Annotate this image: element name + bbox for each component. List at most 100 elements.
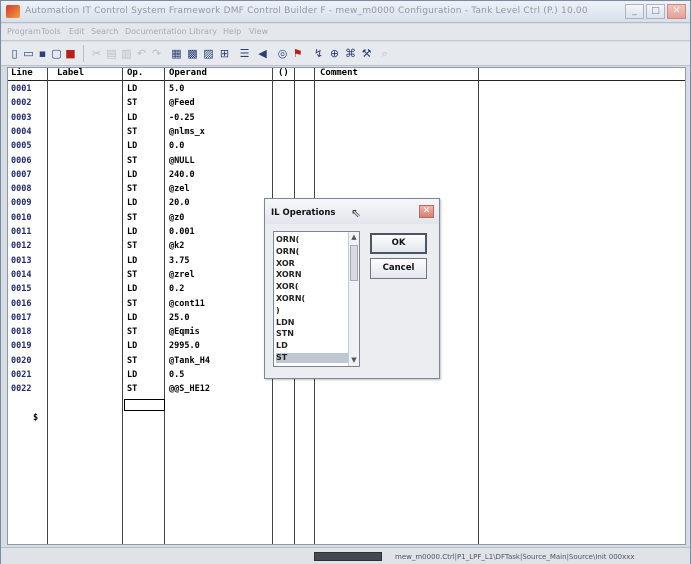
operand-cell[interactable]: 240.0: [169, 169, 195, 181]
line-number[interactable]: 0006: [11, 155, 31, 167]
operand-cell[interactable]: 0.5: [169, 369, 184, 381]
ok-button[interactable]: OK: [370, 233, 427, 254]
open-file-icon[interactable]: ▭: [21, 46, 36, 61]
line-number[interactable]: 0005: [11, 140, 31, 152]
tool-icon[interactable]: ⚒: [359, 46, 374, 61]
undo-icon[interactable]: ↶: [134, 46, 149, 61]
operand-cell[interactable]: @@S_HE12: [169, 383, 210, 395]
op-cell[interactable]: ST: [127, 240, 137, 252]
op-cell[interactable]: ST: [127, 126, 137, 138]
menu-library[interactable]: Library: [189, 27, 217, 36]
operand-cell[interactable]: 3.75: [169, 255, 189, 267]
op-cell[interactable]: LD: [127, 255, 137, 267]
maximize-icon[interactable]: □: [646, 4, 665, 19]
operand-cell[interactable]: @z0: [169, 212, 184, 224]
op-cell[interactable]: LD: [127, 112, 137, 124]
grid-icon[interactable]: ⊞: [217, 46, 232, 61]
operand-cell[interactable]: -0.25: [169, 112, 195, 124]
line-number[interactable]: 0008: [11, 183, 31, 195]
dialog-close-icon[interactable]: ✕: [419, 205, 434, 218]
insert-icon[interactable]: ⊕: [327, 46, 342, 61]
operation-option[interactable]: ORN(: [276, 247, 350, 257]
line-number[interactable]: 0017: [11, 312, 31, 324]
operation-option[interactable]: ORN(: [276, 235, 350, 245]
op-cell[interactable]: LD: [127, 169, 137, 181]
back-arrow-icon[interactable]: ◀: [255, 46, 270, 61]
globe-icon[interactable]: ◎: [275, 46, 290, 61]
scroll-down-icon[interactable]: ▼: [349, 355, 359, 366]
scroll-up-icon[interactable]: ▲: [349, 232, 359, 243]
program-view-icon[interactable]: ▦: [169, 46, 184, 61]
op-cell[interactable]: LD: [127, 226, 137, 238]
line-number[interactable]: 0004: [11, 126, 31, 138]
operand-cell[interactable]: 2995.0: [169, 340, 200, 352]
op-cell[interactable]: ST: [127, 183, 137, 195]
minimize-icon[interactable]: _: [625, 4, 644, 19]
operation-option[interactable]: XORN(: [276, 294, 350, 304]
operation-option[interactable]: XORN: [276, 270, 350, 280]
operations-listbox[interactable]: ORN(ORN(XOR XORN XOR(XORN() LDN STN LD ST ▲ ▼: [273, 231, 360, 367]
operand-cell[interactable]: @nlms_x: [169, 126, 205, 138]
operand-cell[interactable]: @Tank_H4: [169, 355, 210, 367]
network-icon[interactable]: ⌘: [343, 46, 358, 61]
line-number[interactable]: 0009: [11, 197, 31, 209]
op-cell[interactable]: LD: [127, 340, 137, 352]
op-cell[interactable]: LD: [127, 312, 137, 324]
operation-option[interactable]: STN: [276, 329, 350, 339]
flag-icon[interactable]: ⚑: [290, 46, 305, 61]
line-number[interactable]: 0003: [11, 112, 31, 124]
menu-help[interactable]: Help: [223, 27, 241, 36]
line-number[interactable]: 0014: [11, 269, 31, 281]
op-cell[interactable]: LD: [127, 197, 137, 209]
operand-cell[interactable]: @zrel: [169, 269, 195, 281]
op-cell[interactable]: ST: [127, 298, 137, 310]
operand-cell[interactable]: @k2: [169, 240, 184, 252]
operand-cell[interactable]: 0.0: [169, 140, 184, 152]
op-cell[interactable]: ST: [127, 269, 137, 281]
menu-tools[interactable]: Tools: [41, 27, 61, 36]
paste-icon[interactable]: ▥: [119, 46, 134, 61]
line-number[interactable]: 0013: [11, 255, 31, 267]
line-number[interactable]: 0016: [11, 298, 31, 310]
operation-option[interactable]: LD: [276, 341, 350, 351]
line-number[interactable]: 0019: [11, 340, 31, 352]
op-cell[interactable]: ST: [127, 97, 137, 109]
line-number[interactable]: 0011: [11, 226, 31, 238]
cut-icon[interactable]: ✂: [89, 46, 104, 61]
operation-option[interactable]: XOR(: [276, 282, 350, 292]
scroll-thumb[interactable]: [350, 245, 358, 281]
operand-cell[interactable]: 0.001: [169, 226, 195, 238]
op-cell[interactable]: ST: [127, 212, 137, 224]
menu-search[interactable]: Search: [91, 27, 118, 36]
line-number[interactable]: 0001: [11, 83, 31, 95]
operand-cell[interactable]: 25.0: [169, 312, 189, 324]
redo-icon[interactable]: ↷: [149, 46, 164, 61]
operand-cell[interactable]: @Feed: [169, 97, 195, 109]
zoom-icon[interactable]: ⌕: [377, 46, 392, 61]
operand-cell[interactable]: @Eqmis: [169, 326, 200, 338]
op-cell[interactable]: ST: [127, 383, 137, 395]
page-icon[interactable]: ▢: [49, 46, 64, 61]
line-number[interactable]: 0020: [11, 355, 31, 367]
stop-icon[interactable]: ■: [63, 46, 78, 61]
line-number[interactable]: 0018: [11, 326, 31, 338]
step-icon[interactable]: ↯: [311, 46, 326, 61]
op-cell[interactable]: LD: [127, 83, 137, 95]
operation-option[interactable]: ): [276, 306, 350, 316]
operand-cell[interactable]: @NULL: [169, 155, 195, 167]
op-cell[interactable]: ST: [127, 155, 137, 167]
new-file-icon[interactable]: ▯: [7, 46, 22, 61]
op-cell[interactable]: LD: [127, 283, 137, 295]
line-number[interactable]: 0002: [11, 97, 31, 109]
operand-cell[interactable]: 20.0: [169, 197, 189, 209]
chart-icon[interactable]: ▨: [201, 46, 216, 61]
operand-cell[interactable]: 0.2: [169, 283, 184, 295]
cancel-button[interactable]: Cancel: [370, 258, 427, 279]
operation-option[interactable]: ST: [276, 353, 350, 363]
menu-documentation[interactable]: Documentation: [125, 27, 187, 36]
line-number[interactable]: 0012: [11, 240, 31, 252]
table-view-icon[interactable]: ▩: [185, 46, 200, 61]
operation-option[interactable]: XOR: [276, 259, 350, 269]
op-cell[interactable]: ST: [127, 326, 137, 338]
operand-cell[interactable]: @cont11: [169, 298, 205, 310]
